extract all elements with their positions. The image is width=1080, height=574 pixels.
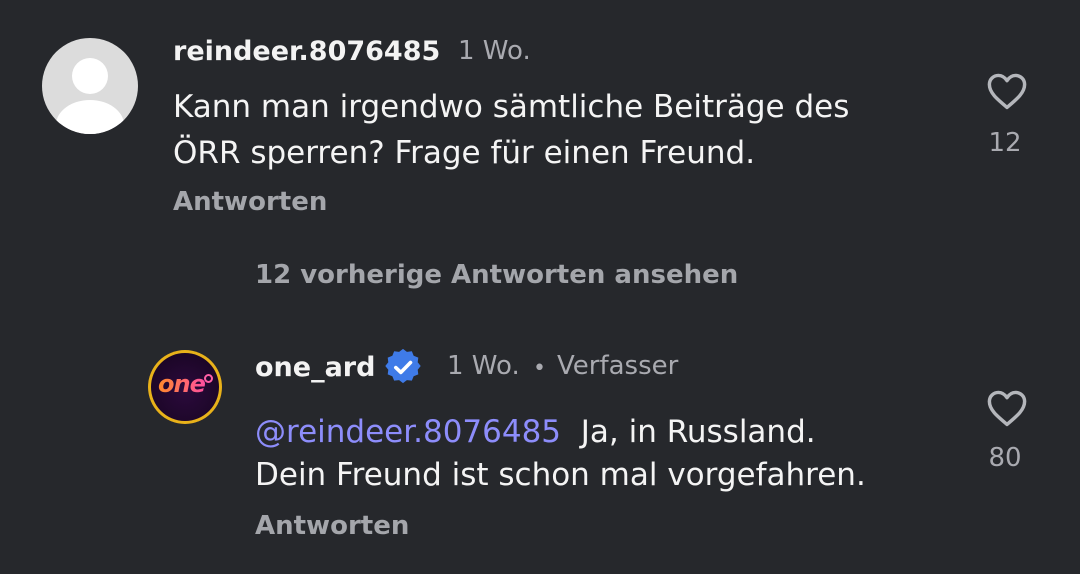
heart-outline-icon[interactable] — [986, 389, 1028, 427]
comment-username[interactable]: reindeer.8076485 — [173, 36, 440, 67]
user-avatar[interactable] — [42, 38, 138, 134]
verified-badge-icon — [385, 349, 421, 384]
reply-timestamp: 1 Wo. — [447, 351, 520, 381]
reply-like-count: 80 — [988, 443, 1022, 473]
comment-reply-button[interactable]: Antworten — [173, 187, 327, 217]
comment-timestamp: 1 Wo. — [458, 36, 531, 66]
mention-link[interactable]: @reindeer.8076485 — [255, 414, 561, 450]
avatar-body-shape — [56, 100, 124, 134]
reply-reply-button[interactable]: Antworten — [255, 511, 409, 541]
reply-username[interactable]: one_ard — [255, 352, 375, 383]
view-previous-replies-button[interactable]: 12 vorherige Antworten ansehen — [255, 260, 738, 290]
comment-like-count: 12 — [988, 128, 1022, 158]
reply-text-line-2: Dein Freund ist schon mal vorgefahren. — [255, 457, 866, 493]
heart-outline-icon[interactable] — [986, 72, 1028, 110]
brand-avatar[interactable]: one — [148, 350, 222, 424]
comment-text-line-2: ÖRR sperren? Frage für einen Freund. — [173, 135, 756, 171]
author-label: Verfasser — [557, 351, 679, 381]
reply-text-line-1: @reindeer.8076485 Ja, in Russland. — [255, 409, 816, 455]
comments-thread: reindeer.8076485 1 Wo. Kann man irgendwo… — [0, 0, 1080, 574]
brand-logo-text: one — [158, 370, 206, 398]
brand-logo-mark — [204, 374, 213, 383]
meta-separator: • — [533, 356, 546, 381]
reply-text-rest: Ja, in Russland. — [580, 414, 816, 450]
avatar-head-shape — [72, 58, 108, 94]
comment-text-line-1: Kann man irgendwo sämtliche Beiträge des — [173, 89, 850, 125]
